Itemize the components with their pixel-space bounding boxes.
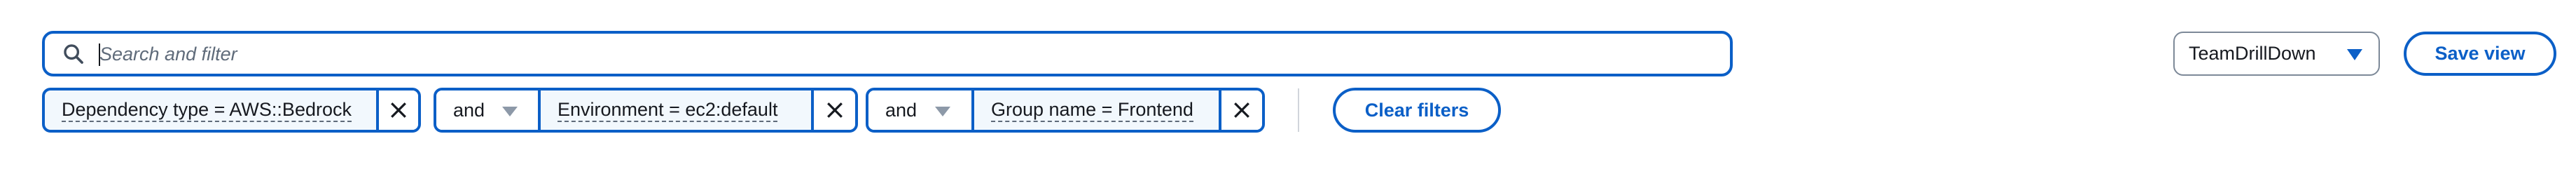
filter-token-label[interactable]: Environment = ec2:default: [541, 90, 811, 130]
remove-filter-button[interactable]: [376, 90, 418, 130]
remove-filter-button[interactable]: [811, 90, 855, 130]
remove-filter-button[interactable]: [1219, 90, 1262, 130]
operator-label: and: [453, 99, 485, 121]
save-view-button[interactable]: Save view: [2404, 32, 2556, 76]
filter-token-2: and Environment = ec2:default: [434, 88, 858, 133]
filter-token-3: and Group name = Frontend: [866, 88, 1265, 133]
filter-token-text: Environment = ec2:default: [558, 99, 778, 122]
filter-operator-select[interactable]: and: [868, 90, 974, 130]
saved-view-label: TeamDrillDown: [2189, 43, 2316, 64]
chevron-down-icon: [2347, 49, 2362, 60]
close-icon: [1234, 102, 1249, 118]
filter-token-1: Dependency type = AWS::Bedrock: [42, 88, 421, 133]
text-cursor: [99, 43, 100, 66]
filter-token-label[interactable]: Dependency type = AWS::Bedrock: [45, 90, 376, 130]
search-icon: [64, 44, 83, 64]
operator-label: and: [885, 99, 917, 121]
caret-down-icon: [935, 107, 950, 116]
saved-view-select[interactable]: TeamDrillDown: [2173, 32, 2380, 76]
clear-filters-button[interactable]: Clear filters: [1333, 88, 1501, 133]
filter-operator-select[interactable]: and: [436, 90, 541, 130]
filter-token-label[interactable]: Group name = Frontend: [974, 90, 1219, 130]
filter-token-text: Group name = Frontend: [991, 99, 1193, 122]
filter-token-text: Dependency type = AWS::Bedrock: [62, 99, 352, 122]
search-box[interactable]: [42, 31, 1733, 76]
close-icon: [391, 102, 406, 118]
search-input[interactable]: [97, 38, 1708, 70]
divider: [1298, 88, 1299, 132]
close-icon: [826, 102, 843, 118]
caret-down-icon: [502, 107, 518, 116]
